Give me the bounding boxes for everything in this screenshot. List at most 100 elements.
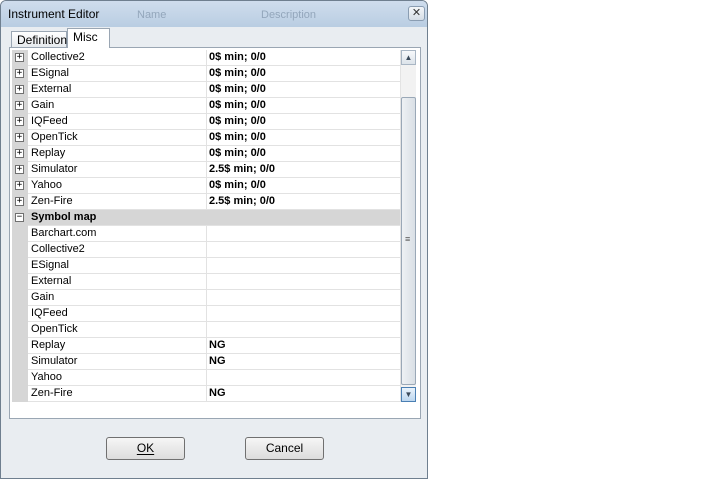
property-row[interactable]: Collective2 xyxy=(12,242,400,258)
vertical-scrollbar[interactable]: ▲ ≡ ▼ xyxy=(400,50,416,402)
column-divider xyxy=(206,290,207,306)
property-row[interactable]: Simulator NG xyxy=(12,354,400,370)
property-name: Zen-Fire xyxy=(31,195,73,207)
property-row[interactable]: + Replay 0$ min; 0/0 xyxy=(12,146,400,162)
column-divider xyxy=(206,370,207,386)
property-value[interactable]: 0$ min; 0/0 xyxy=(209,131,266,143)
grip-icon: ≡ xyxy=(405,234,411,244)
cancel-button[interactable]: Cancel xyxy=(245,437,324,460)
expand-icon[interactable]: + xyxy=(15,69,24,78)
expand-icon[interactable]: + xyxy=(15,149,24,158)
column-divider xyxy=(206,66,207,82)
row-gutter xyxy=(12,386,28,402)
expand-icon[interactable]: + xyxy=(15,101,24,110)
column-divider xyxy=(206,146,207,162)
property-row[interactable]: + External 0$ min; 0/0 xyxy=(12,82,400,98)
column-divider xyxy=(206,50,207,66)
row-gutter xyxy=(12,274,28,290)
expand-icon[interactable]: + xyxy=(15,53,24,62)
property-value[interactable]: 0$ min; 0/0 xyxy=(209,83,266,95)
property-row[interactable]: OpenTick xyxy=(12,322,400,338)
ok-button[interactable]: OK xyxy=(106,437,185,460)
property-name: Collective2 xyxy=(31,51,85,63)
property-value[interactable]: 2.5$ min; 0/0 xyxy=(209,195,275,207)
property-row[interactable]: + Yahoo 0$ min; 0/0 xyxy=(12,178,400,194)
property-name: IQFeed xyxy=(31,307,68,319)
property-value[interactable]: 0$ min; 0/0 xyxy=(209,67,266,79)
property-row[interactable]: External xyxy=(12,274,400,290)
property-row[interactable]: + IQFeed 0$ min; 0/0 xyxy=(12,114,400,130)
column-divider xyxy=(206,178,207,194)
property-name: Barchart.com xyxy=(31,227,97,239)
scrollbar-thumb[interactable]: ≡ xyxy=(401,97,416,385)
property-row[interactable]: + Simulator 2.5$ min; 0/0 xyxy=(12,162,400,178)
close-icon: ✕ xyxy=(411,7,422,19)
column-divider xyxy=(206,226,207,242)
property-row[interactable]: + Gain 0$ min; 0/0 xyxy=(12,98,400,114)
property-row[interactable]: Yahoo xyxy=(12,370,400,386)
property-value[interactable]: NG xyxy=(209,387,226,399)
column-divider xyxy=(206,258,207,274)
property-name: Replay xyxy=(31,339,66,351)
property-value[interactable]: 0$ min; 0/0 xyxy=(209,179,266,191)
property-row[interactable]: + Collective2 0$ min; 0/0 xyxy=(12,50,400,66)
close-button[interactable]: ✕ xyxy=(408,6,425,21)
row-gutter xyxy=(12,322,28,338)
expand-icon[interactable]: + xyxy=(15,165,24,174)
column-divider xyxy=(206,242,207,258)
property-name: OpenTick xyxy=(31,323,78,335)
column-divider xyxy=(206,162,207,178)
scroll-up-button[interactable]: ▲ xyxy=(401,50,416,65)
collapse-icon[interactable]: − xyxy=(15,213,24,222)
property-name: Simulator xyxy=(31,163,78,175)
column-divider xyxy=(206,354,207,370)
row-gutter xyxy=(12,338,28,354)
column-divider xyxy=(206,322,207,338)
cancel-button-label: Cancel xyxy=(265,441,304,455)
property-row[interactable]: + OpenTick 0$ min; 0/0 xyxy=(12,130,400,146)
property-row[interactable]: + Zen-Fire 2.5$ min; 0/0 xyxy=(12,194,400,210)
property-value[interactable]: 0$ min; 0/0 xyxy=(209,99,266,111)
property-value[interactable]: NG xyxy=(209,355,226,367)
column-divider xyxy=(206,338,207,354)
property-value[interactable]: 0$ min; 0/0 xyxy=(209,115,266,127)
ghost-header-description: Description xyxy=(261,9,317,21)
row-gutter xyxy=(12,258,28,274)
tab-definition[interactable]: Definition xyxy=(11,31,67,48)
row-gutter xyxy=(12,370,28,386)
title-bar[interactable]: Name Description Instrument Editor ✕ xyxy=(1,1,427,27)
property-row[interactable]: IQFeed xyxy=(12,306,400,322)
row-gutter xyxy=(12,306,28,322)
arrow-down-icon: ▼ xyxy=(404,390,413,399)
property-row[interactable]: Replay NG xyxy=(12,338,400,354)
property-row[interactable]: Gain xyxy=(12,290,400,306)
property-name: Yahoo xyxy=(31,371,62,383)
expand-icon[interactable]: + xyxy=(15,85,24,94)
property-grid: + Collective2 0$ min; 0/0 + ESignal 0$ min; 0… xyxy=(12,50,400,402)
property-row[interactable]: Zen-Fire NG xyxy=(12,386,400,402)
property-value[interactable]: 0$ min; 0/0 xyxy=(209,147,266,159)
property-row[interactable]: Barchart.com xyxy=(12,226,400,242)
expand-icon[interactable]: + xyxy=(15,117,24,126)
property-value[interactable]: NG xyxy=(209,339,226,351)
expand-icon[interactable]: + xyxy=(15,133,24,142)
ok-button-label: OK xyxy=(136,441,155,455)
property-value[interactable]: 0$ min; 0/0 xyxy=(209,51,266,63)
property-name: Replay xyxy=(31,147,66,159)
property-name: External xyxy=(31,83,72,95)
column-divider xyxy=(206,98,207,114)
property-name: OpenTick xyxy=(31,131,78,143)
column-divider xyxy=(206,274,207,290)
expand-icon[interactable]: + xyxy=(15,181,24,190)
tab-misc[interactable]: Misc xyxy=(67,28,110,48)
category-row-symbol-map[interactable]: − Symbol map xyxy=(12,210,400,226)
column-divider xyxy=(206,114,207,130)
property-row[interactable]: ESignal xyxy=(12,258,400,274)
expand-icon[interactable]: + xyxy=(15,197,24,206)
scroll-down-button[interactable]: ▼ xyxy=(401,387,416,402)
property-row[interactable]: + ESignal 0$ min; 0/0 xyxy=(12,66,400,82)
property-value[interactable]: 2.5$ min; 0/0 xyxy=(209,163,275,175)
property-name: IQFeed xyxy=(31,115,68,127)
row-gutter xyxy=(12,242,28,258)
property-name: Yahoo xyxy=(31,179,62,191)
